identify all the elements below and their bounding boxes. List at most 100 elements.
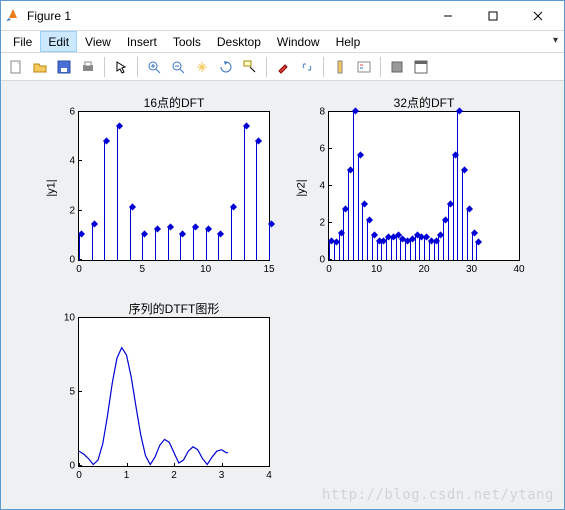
- stem: [362, 205, 363, 261]
- stem: [155, 230, 156, 260]
- open-icon[interactable]: [29, 56, 51, 78]
- y-tick-label: 0: [57, 461, 75, 472]
- stem: [92, 225, 93, 260]
- stem: [396, 236, 397, 260]
- data-cursor-icon[interactable]: [239, 56, 261, 78]
- stem: [244, 127, 245, 260]
- stem: [358, 156, 359, 260]
- y-axis-label: |y2|: [296, 179, 308, 196]
- menu-item-edit[interactable]: Edit: [40, 31, 77, 52]
- close-button[interactable]: [515, 2, 560, 30]
- y-axis-label: |y1|: [46, 179, 58, 196]
- y-tick-label: 8: [307, 107, 325, 118]
- stem: [410, 240, 411, 260]
- axes-dft16[interactable]: 16点的DFT |y1| 0510150246: [78, 111, 270, 261]
- new-icon[interactable]: [5, 56, 27, 78]
- menu-item-window[interactable]: Window: [269, 31, 328, 52]
- x-tick-label: 15: [263, 264, 274, 275]
- x-tick-label: 40: [513, 264, 524, 275]
- menu-item-desktop[interactable]: Desktop: [209, 31, 269, 52]
- separator: [380, 57, 381, 77]
- x-tick-label: 5: [140, 264, 146, 275]
- y-tick-label: 6: [307, 144, 325, 155]
- y-tick-label: 6: [57, 107, 75, 118]
- minimize-button[interactable]: [425, 2, 470, 30]
- stem: [419, 238, 420, 260]
- zoom-out-icon[interactable]: [167, 56, 189, 78]
- axes-dtft[interactable]: 序列的DTFT图形 012340510: [78, 317, 270, 467]
- stem: [448, 205, 449, 261]
- menu-item-insert[interactable]: Insert: [119, 31, 165, 52]
- stem: [168, 228, 169, 260]
- legend-icon[interactable]: [353, 56, 375, 78]
- stem: [334, 243, 335, 260]
- colorbar-icon[interactable]: [329, 56, 351, 78]
- rotate-icon[interactable]: [215, 56, 237, 78]
- x-tick-label: 0: [76, 470, 82, 481]
- stem: [353, 112, 354, 260]
- x-tick-label: 0: [76, 264, 82, 275]
- y-tick-label: 4: [307, 181, 325, 192]
- separator: [266, 57, 267, 77]
- stem: [391, 238, 392, 260]
- link-icon[interactable]: [296, 56, 318, 78]
- stem: [343, 210, 344, 260]
- x-tick-label: 2: [171, 470, 177, 481]
- save-icon[interactable]: [53, 56, 75, 78]
- stem: [256, 142, 257, 260]
- brush-icon[interactable]: [272, 56, 294, 78]
- menu-item-tools[interactable]: Tools: [165, 31, 209, 52]
- stem: [117, 127, 118, 260]
- y-tick-label: 10: [57, 313, 75, 324]
- stem: [462, 171, 463, 260]
- dock-icon[interactable]: [410, 56, 432, 78]
- y-tick-label: 2: [57, 205, 75, 216]
- axes-title: 序列的DTFT图形: [79, 300, 269, 317]
- stem: [434, 242, 435, 261]
- pan-icon[interactable]: [191, 56, 213, 78]
- y-tick-label: 0: [57, 255, 75, 266]
- axes-dft32[interactable]: 32点的DFT |y2| 01020304002468: [328, 111, 520, 261]
- menu-item-file[interactable]: File: [5, 31, 40, 52]
- x-tick-label: 4: [266, 470, 272, 481]
- x-tick-label: 10: [371, 264, 382, 275]
- stem: [457, 112, 458, 260]
- zoom-in-icon[interactable]: [143, 56, 165, 78]
- y-tick-label: 0: [307, 255, 325, 266]
- menu-bar: FileEditViewInsertToolsDesktopWindowHelp…: [1, 31, 564, 53]
- x-tick-label: 30: [466, 264, 477, 275]
- stem: [472, 234, 473, 260]
- x-tick-label: 0: [326, 264, 332, 275]
- stem: [377, 242, 378, 261]
- x-tick-label: 20: [418, 264, 429, 275]
- stem: [130, 208, 131, 260]
- menu-item-view[interactable]: View: [77, 31, 119, 52]
- figure-canvas: 16点的DFT |y1| 0510150246 32点的DFT |y2| 010…: [1, 81, 564, 509]
- stem: [142, 235, 143, 260]
- print-icon[interactable]: [77, 56, 99, 78]
- stem: [104, 142, 105, 260]
- stem: [443, 221, 444, 260]
- figure-window: Figure 1 FileEditViewInsertToolsDesktopW…: [0, 0, 565, 510]
- stem: [476, 243, 477, 260]
- y-tick-label: 4: [57, 156, 75, 167]
- stem: [467, 210, 468, 260]
- toolbar: [1, 53, 564, 81]
- maximize-button[interactable]: [470, 2, 515, 30]
- stem-marker: [255, 137, 262, 144]
- menu-item-help[interactable]: Help: [328, 31, 369, 52]
- stem: [386, 238, 387, 260]
- dock-dropdown-icon[interactable]: ▾: [553, 35, 558, 46]
- hide-tools-icon[interactable]: [386, 56, 408, 78]
- x-tick-label: 10: [200, 264, 211, 275]
- stem: [339, 234, 340, 260]
- stem: [438, 236, 439, 260]
- stem: [372, 236, 373, 260]
- separator: [137, 57, 138, 77]
- y-tick-label: 2: [307, 218, 325, 229]
- stem: [193, 228, 194, 260]
- watermark-text: http://blog.csdn.net/ytang: [322, 487, 554, 503]
- matlab-logo-icon: [5, 8, 21, 24]
- y-tick-label: 5: [57, 387, 75, 398]
- pointer-icon[interactable]: [110, 56, 132, 78]
